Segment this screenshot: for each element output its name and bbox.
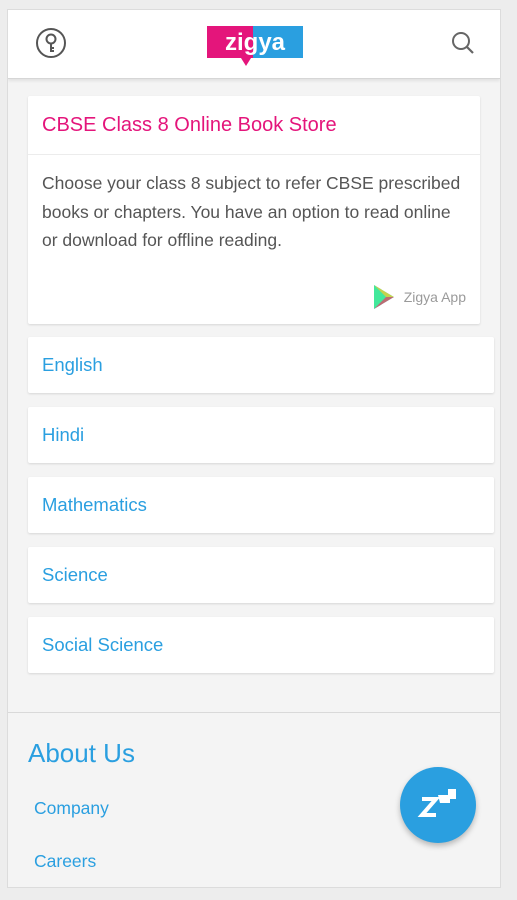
about-us-heading: About Us xyxy=(28,738,135,768)
zigya-share-icon xyxy=(417,789,456,817)
company-link[interactable]: Company xyxy=(34,798,109,819)
login-button[interactable] xyxy=(34,26,68,60)
search-button[interactable] xyxy=(446,26,480,60)
zigya-logo[interactable]: zigya xyxy=(207,22,303,70)
intro-card: CBSE Class 8 Online Book Store Choose yo… xyxy=(28,96,480,324)
zigya-app-link[interactable]: Zigya App xyxy=(372,284,466,310)
subject-social-science[interactable]: Social Science xyxy=(28,617,494,673)
page-frame: zigya CBSE Class 8 Online Book Store Cho… xyxy=(7,9,501,888)
app-label: Zigya App xyxy=(403,289,466,305)
footer-divider xyxy=(8,712,500,713)
subject-science[interactable]: Science xyxy=(28,547,494,603)
floating-action-button[interactable] xyxy=(400,767,476,843)
top-header: zigya xyxy=(8,10,500,79)
subject-english[interactable]: English xyxy=(28,337,494,393)
logo-text: zigya xyxy=(225,29,286,56)
search-icon xyxy=(452,32,474,54)
intro-title: CBSE Class 8 Online Book Store xyxy=(28,96,480,155)
subject-hindi[interactable]: Hindi xyxy=(28,407,494,463)
intro-description: Choose your class 8 subject to refer CBS… xyxy=(42,173,461,250)
key-icon xyxy=(36,28,66,58)
google-play-icon xyxy=(373,285,394,309)
subject-mathematics[interactable]: Mathematics xyxy=(28,477,494,533)
careers-link[interactable]: Careers xyxy=(34,851,96,872)
